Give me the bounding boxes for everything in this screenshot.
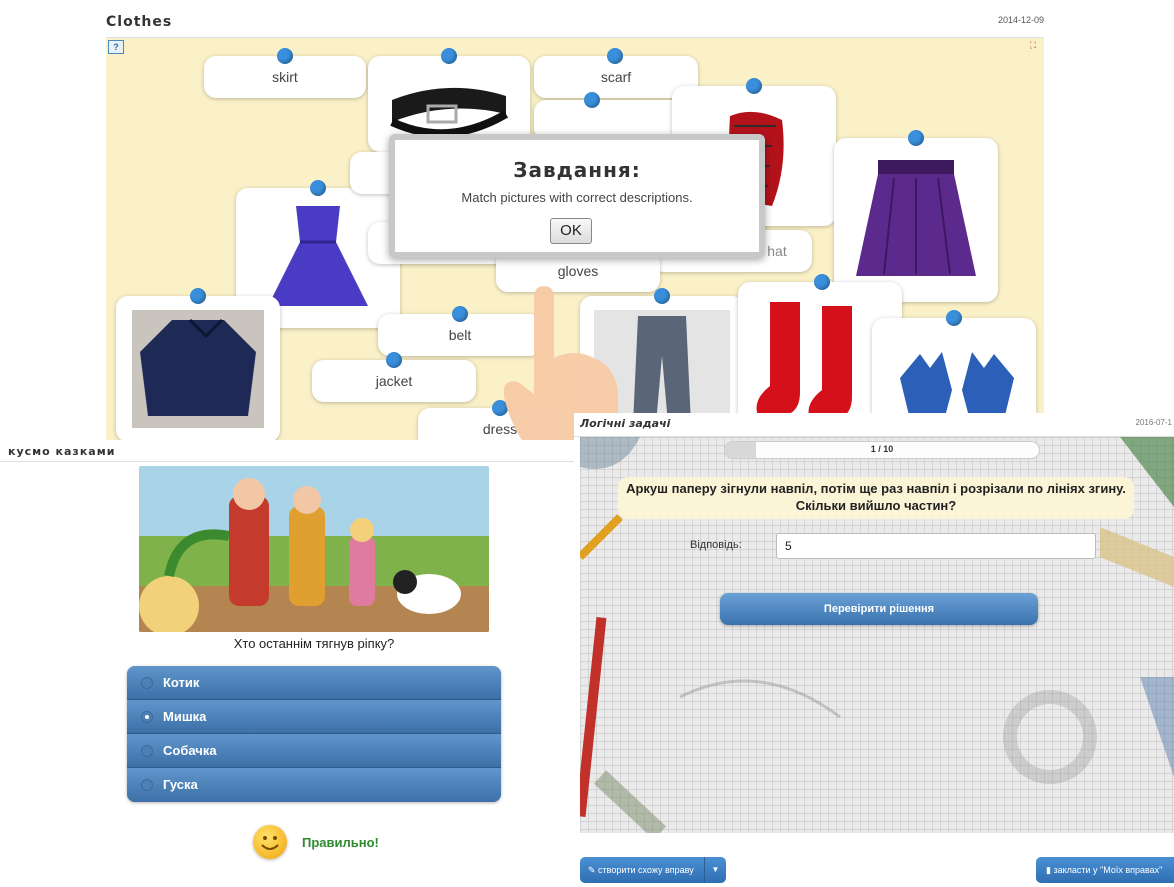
pin-icon <box>908 130 924 146</box>
clothes-header: Clothes 2014-12-09 <box>106 8 1044 38</box>
label-text: gloves <box>557 263 599 279</box>
logic-puzzle-panel: Логічні задачі 2016-07-1 1 / 10 Аркуш па… <box>574 413 1174 887</box>
picture-card-skirt[interactable] <box>834 130 998 302</box>
save-button-label: закласти у "Моїх вправах" <box>1053 865 1163 875</box>
radio-checked-icon[interactable] <box>141 711 153 723</box>
logic-header: Логічні задачі 2016-07-1 <box>574 413 1174 437</box>
skirt-image <box>856 160 976 276</box>
logic-question: Аркуш паперу зігнули навпіл, потім ще ра… <box>618 477 1134 519</box>
label-card-jacket[interactable]: jacket <box>312 352 476 402</box>
pin-icon <box>654 288 670 304</box>
option-label: Гуска <box>163 777 198 792</box>
pin-icon <box>310 180 326 196</box>
clothes-exercise-panel: Clothes 2014-12-09 ? ⛶ skirt scarf hat g… <box>106 8 1044 444</box>
question-line-1: Аркуш паперу зігнули навпіл, потім ще ра… <box>626 481 1126 496</box>
option-label: Мишка <box>163 709 207 724</box>
pin-icon <box>277 48 293 64</box>
pin-icon <box>452 306 468 322</box>
pin-icon <box>584 92 600 108</box>
progress-text: 1 / 10 <box>870 444 894 454</box>
answer-input[interactable]: 5 <box>776 533 1096 559</box>
tale-title: кусмо казками <box>8 445 116 458</box>
dialog-text: Match pictures with correct descriptions… <box>461 190 693 205</box>
logic-board: 1 / 10 Аркуш паперу зігнули навпіл, поті… <box>580 437 1174 833</box>
option-myshka[interactable]: Мишка <box>127 700 501 734</box>
option-kotyk[interactable]: Котик <box>127 666 501 700</box>
ok-button[interactable]: OK <box>550 218 592 244</box>
radio-icon[interactable] <box>141 779 153 791</box>
smiley-icon <box>253 825 287 859</box>
pin-icon <box>814 274 830 290</box>
sweater-image <box>132 310 264 428</box>
radio-icon[interactable] <box>141 677 153 689</box>
logic-title: Логічні задачі <box>580 417 671 430</box>
option-guska[interactable]: Гуска <box>127 768 501 802</box>
bookmark-exercise-button[interactable]: ▮ закласти у "Моїх вправах" <box>1036 857 1174 883</box>
help-question-icon[interactable]: ? <box>108 40 124 54</box>
logic-date: 2016-07-1 <box>1135 418 1172 427</box>
picture-card-sweater[interactable] <box>116 288 280 442</box>
pin-icon <box>746 78 762 94</box>
label-text: jacket <box>375 373 413 389</box>
option-label: Котик <box>163 675 200 690</box>
pin-icon <box>441 48 457 64</box>
pin-icon <box>607 48 623 64</box>
create-button-label: створити схожу вправу <box>598 865 694 875</box>
matching-board: ? ⛶ skirt scarf hat gloves belt jacket d… <box>106 38 1044 444</box>
option-sobachka[interactable]: Собачка <box>127 734 501 768</box>
fullscreen-icon[interactable]: ⛶ <box>1026 40 1040 50</box>
pin-icon <box>946 310 962 326</box>
answer-options: Котик Мишка Собачка Гуска <box>127 666 501 802</box>
pin-icon <box>190 288 206 304</box>
dialog-title: Завдання: <box>513 158 641 182</box>
pin-icon <box>386 352 402 368</box>
question-line-2: Скільки вийшло частин? <box>795 498 957 513</box>
progress-bar: 1 / 10 <box>724 441 1040 459</box>
option-label: Собачка <box>163 743 217 758</box>
task-dialog: Завдання: Match pictures with correct de… <box>389 134 765 258</box>
label-card-skirt[interactable]: skirt <box>204 48 366 98</box>
label-text: hat <box>767 243 787 259</box>
create-similar-exercise-button[interactable]: ✎ створити схожу вправу ▼ <box>580 857 726 883</box>
label-text: skirt <box>272 69 298 85</box>
clothes-title: Clothes <box>106 14 173 30</box>
check-solution-button[interactable]: Перевірити рішення <box>720 593 1038 625</box>
label-text: belt <box>448 327 472 343</box>
radio-icon[interactable] <box>141 745 153 757</box>
turnip-story-image <box>139 466 489 632</box>
chevron-down-icon[interactable]: ▼ <box>704 857 726 883</box>
edit-icon: ✎ <box>588 865 599 875</box>
clothes-date: 2014-12-09 <box>997 15 1044 25</box>
answer-label: Відповідь: <box>690 539 742 551</box>
tale-question: Хто останнім тягнув ріпку? <box>233 636 395 651</box>
result-text: Правильно! <box>302 835 379 850</box>
label-text: scarf <box>600 69 632 85</box>
